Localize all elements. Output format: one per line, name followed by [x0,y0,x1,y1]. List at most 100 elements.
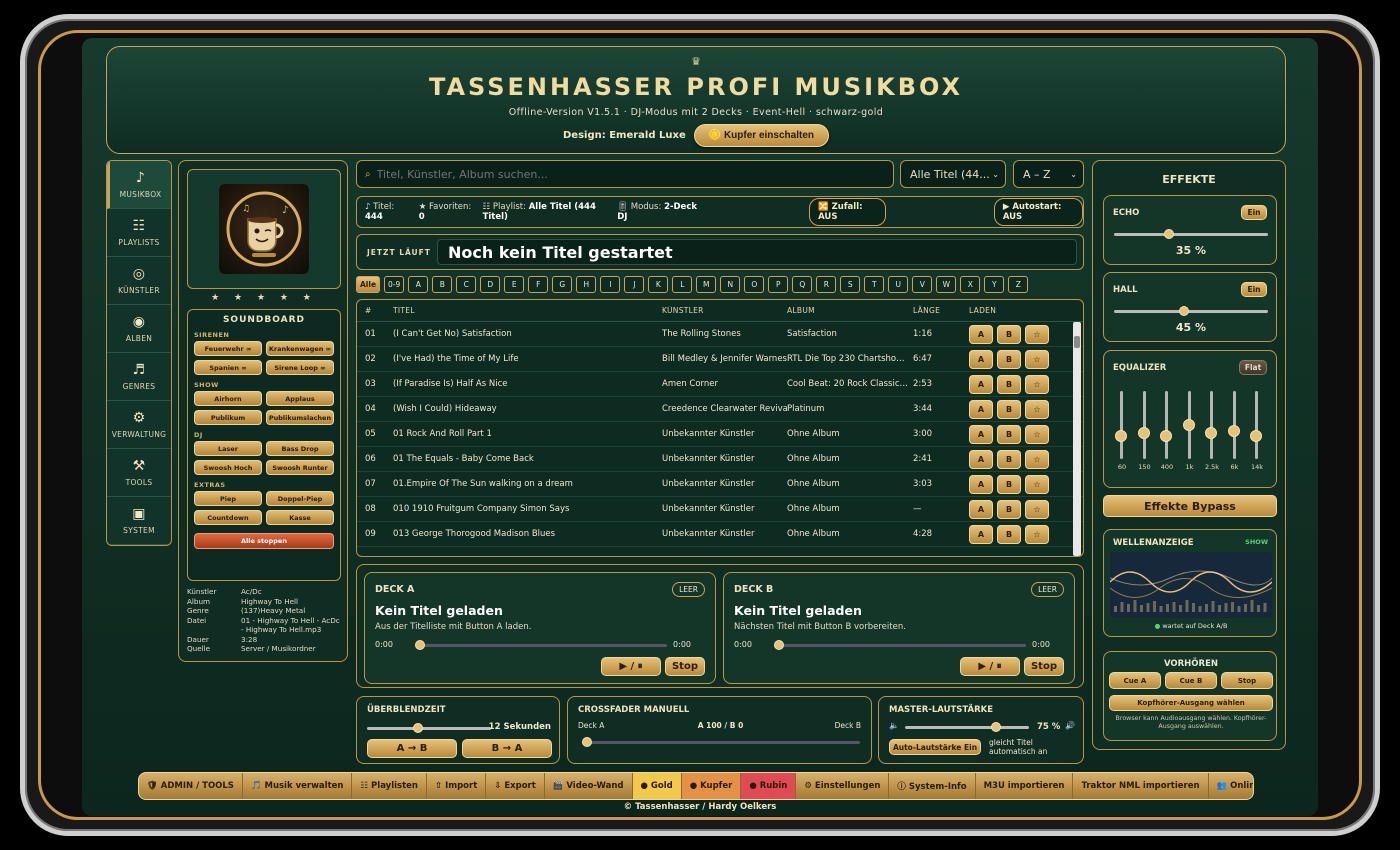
cue-b-button[interactable]: Cue B [1165,672,1217,689]
eq-slider-knob[interactable] [1137,427,1150,440]
fade-a-to-b-button[interactable]: A → B [367,739,457,758]
deck-b-play-pause-button[interactable]: ▶ / ⏸ [960,657,1020,676]
master-volume-knob[interactable] [990,722,1001,732]
eq-slider-track[interactable] [1165,391,1168,459]
alpha-filter-a[interactable]: A [408,276,429,293]
alpha-filter-b[interactable]: B [432,276,453,293]
eq-slider-knob[interactable] [1115,430,1127,443]
preview-stop-button[interactable]: Stop [1221,672,1273,689]
table-row[interactable]: 07 01.Empire Of The Sun walking on a drea… [357,472,1083,497]
alpha-filter-s[interactable]: S [840,276,861,293]
load-deck-b-button[interactable]: B [997,324,1021,344]
load-deck-a-button[interactable]: A [969,524,993,544]
alpha-filter-y[interactable]: Y [984,276,1005,293]
eq-band-2.5k[interactable]: 2.5k [1204,391,1220,471]
scrollbar-thumb[interactable] [1074,336,1080,348]
deck-a-play-pause-button[interactable]: ▶ / ⏸ [601,657,661,676]
hall-slider[interactable] [1114,306,1268,316]
load-deck-a-button[interactable]: A [969,474,993,494]
sound-button[interactable]: Feuerwehr ∞ [194,341,262,356]
table-row[interactable]: 06 01 The Equals - Baby Come Back Unbekann… [357,447,1083,472]
alpha-filter-p[interactable]: P [768,276,789,293]
rating-stars[interactable]: ★ ★ ★ ★ ★ [179,293,349,303]
crossfader-knob[interactable] [582,737,592,747]
toolbar-item[interactable]: 🎵 Musik verwalten [243,773,353,799]
sound-button[interactable]: Countdown [194,510,262,525]
sound-button[interactable]: Doppel-Piep [266,491,334,506]
eq-band-1k[interactable]: 1k [1182,391,1198,471]
alpha-filter-h[interactable]: H [576,276,597,293]
fade-time-knob[interactable] [412,723,423,733]
sidebar-item-tools[interactable]: ⚒ TOOLS [107,449,171,497]
sidebar-item-system[interactable]: ▣ SYSTEM [107,497,171,545]
load-deck-b-button[interactable]: B [997,349,1021,369]
eq-slider-track[interactable] [1210,391,1213,459]
deck-a-stop-button[interactable]: Stop [665,657,705,676]
column-header[interactable]: TITEL [385,306,662,315]
deck-b-stop-button[interactable]: Stop [1024,657,1064,676]
echo-slider[interactable] [1114,229,1268,239]
alpha-filter-v[interactable]: V [912,276,933,293]
load-deck-b-button[interactable]: B [997,524,1021,544]
alpha-filter-n[interactable]: N [720,276,741,293]
favorite-star-icon[interactable]: ☆ [1025,474,1049,494]
load-deck-a-button[interactable]: A [969,324,993,344]
load-deck-b-button[interactable]: B [997,449,1021,469]
table-row[interactable]: 02 (I've Had) the Time of My Life Bill Med… [357,347,1083,372]
sound-button[interactable]: Swoosh Hoch [194,460,262,475]
sound-button[interactable]: Publikumslachen [266,410,334,425]
playlist-filter-select[interactable]: Alle Titel (44... ⌄ [900,160,1006,188]
alpha-filter-0-9[interactable]: 0-9 [384,276,405,293]
sound-button[interactable]: Bass Drop [266,441,334,456]
toolbar-item[interactable]: ⓘ System-Info [889,773,976,799]
eq-band-400[interactable]: 400 [1159,391,1175,471]
favorite-star-icon[interactable]: ☆ [1025,449,1049,469]
sidebar-item-künstler[interactable]: ◎ KÜNSTLER [107,257,171,305]
fade-b-to-a-button[interactable]: B → A [462,739,552,758]
toolbar-item[interactable]: M3U importieren [976,773,1074,799]
headphone-output-button[interactable]: Kopfhörer-Ausgang wählen [1109,695,1273,711]
load-deck-b-button[interactable]: B [997,499,1021,519]
column-header[interactable]: # [357,306,385,315]
hall-toggle-button[interactable]: Ein [1241,282,1267,297]
eq-slider-track[interactable] [1255,391,1258,459]
crossfader-slider[interactable] [582,737,860,747]
favorite-star-icon[interactable]: ☆ [1025,324,1049,344]
sidebar-item-verwaltung[interactable]: ⚙ VERWALTUNG [107,401,171,449]
eq-flat-button[interactable]: Flat [1239,360,1267,375]
column-header[interactable]: LÄNGE [913,306,969,315]
eq-slider-knob[interactable] [1205,427,1217,440]
autostart-toggle[interactable]: ▶ Autostart: AUS [993,198,1083,226]
alpha-filter-f[interactable]: F [528,276,549,293]
load-deck-a-button[interactable]: A [969,424,993,444]
wave-show-badge[interactable]: SHOW [1245,538,1268,546]
effects-bypass-button[interactable]: Effekte Bypass [1103,495,1277,517]
deck-b-seek-knob[interactable] [774,640,784,650]
sidebar-item-genres[interactable]: ♬ GENRES [107,353,171,401]
sound-button[interactable]: Kasse [266,510,334,525]
table-row[interactable]: 01 (I Can't Get No) Satisfaction The Rolli… [357,322,1083,347]
alpha-filter-r[interactable]: R [816,276,837,293]
sidebar-item-playlists[interactable]: ☷ PLAYLISTS [107,209,171,257]
favorite-star-icon[interactable]: ☆ [1025,524,1049,544]
hall-knob[interactable] [1178,306,1189,316]
table-scrollbar[interactable] [1073,322,1081,556]
alpha-filter-u[interactable]: U [888,276,909,293]
column-header[interactable]: ALBUM [787,306,913,315]
table-row[interactable]: 08 010 1910 Fruitgum Company Simon Says Un… [357,497,1083,522]
echo-toggle-button[interactable]: Ein [1241,205,1267,220]
alpha-filter-o[interactable]: O [744,276,765,293]
load-deck-a-button[interactable]: A [969,499,993,519]
copper-toggle-button[interactable]: 🪙 Kupfer einschalten [693,124,829,147]
alpha-filter-t[interactable]: T [864,276,885,293]
alpha-filter-x[interactable]: X [960,276,981,293]
alpha-filter-z[interactable]: Z [1008,276,1029,293]
sound-button[interactable]: Sirene Loop ∞ [266,360,334,375]
sound-button[interactable]: Applaus [266,391,334,406]
eq-slider-track[interactable] [1120,391,1123,459]
sound-button[interactable]: Krankenwagen ∞ [266,341,334,356]
alpha-filter-e[interactable]: E [504,276,525,293]
sidebar-item-alben[interactable]: ◉ ALBEN [107,305,171,353]
toolbar-item[interactable]: ⚙ Einstellungen [796,773,890,799]
favorite-star-icon[interactable]: ☆ [1025,349,1049,369]
